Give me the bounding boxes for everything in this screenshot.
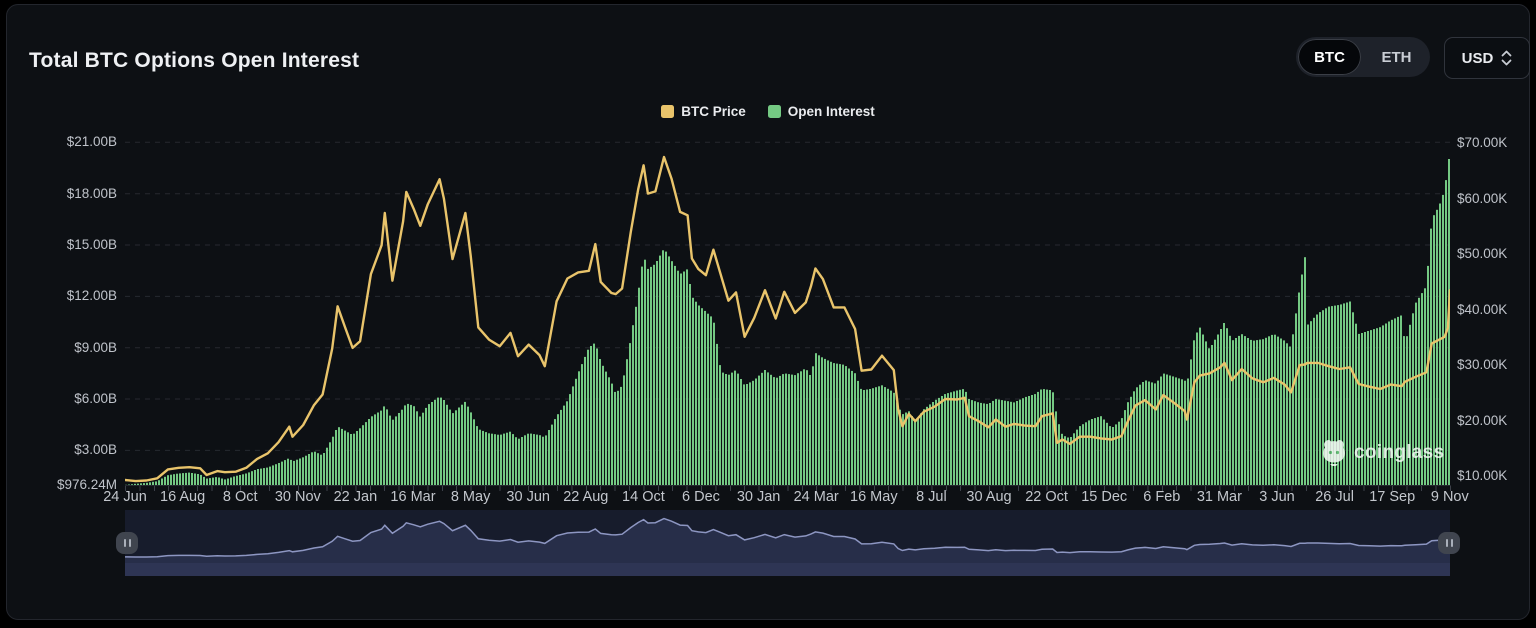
x-axis-label: 8 Oct [223, 489, 258, 505]
x-axis-label: 15 Dec [1081, 489, 1127, 505]
y-axis-left-label: $976.24M [7, 477, 117, 493]
tab-eth[interactable]: ETH [1365, 39, 1428, 75]
page-title: Total BTC Options Open Interest [29, 49, 359, 73]
y-axis-right-label: $40.00K [1457, 302, 1507, 318]
x-axis-label: 9 Nov [1431, 489, 1469, 505]
x-axis-label: 24 Mar [794, 489, 839, 505]
legend-swatch-open-interest [768, 105, 781, 118]
x-axis-label: 16 Aug [160, 489, 205, 505]
watermark-label: coinglass [1354, 442, 1444, 464]
x-axis-label: 30 Nov [275, 489, 321, 505]
x-axis-label: 30 Jun [506, 489, 550, 505]
coinglass-pig-icon [1321, 439, 1347, 467]
x-axis-line [125, 485, 1451, 486]
x-axis-label: 6 Feb [1143, 489, 1180, 505]
x-axis-label: 30 Jan [737, 489, 781, 505]
x-axis-label: 16 May [850, 489, 898, 505]
x-axis-label: 17 Sep [1369, 489, 1415, 505]
x-axis-label: 14 Oct [622, 489, 665, 505]
pause-icon [1451, 539, 1453, 547]
y-axis-left-label: $12.00B [7, 288, 117, 304]
coin-toggle: BTC ETH [1296, 37, 1430, 77]
pause-icon [129, 539, 131, 547]
legend-item-open-interest[interactable]: Open Interest [768, 104, 875, 119]
navigator[interactable] [125, 510, 1450, 576]
y-axis-left-label: $3.00B [7, 442, 117, 458]
x-axis-label: 24 Jun [103, 489, 147, 505]
y-axis-right-label: $50.00K [1457, 246, 1507, 262]
pause-icon [1446, 539, 1448, 547]
tab-btc[interactable]: BTC [1298, 39, 1361, 75]
navigator-track [125, 563, 1450, 576]
y-axis-right-label: $60.00K [1457, 191, 1507, 207]
pause-icon [124, 539, 126, 547]
y-axis-right-label: $30.00K [1457, 357, 1507, 373]
legend-item-btc-price[interactable]: BTC Price [661, 104, 746, 119]
x-axis-label: 6 Dec [682, 489, 720, 505]
y-axis-left-label: $6.00B [7, 391, 117, 407]
chart-plot[interactable] [125, 138, 1450, 486]
y-axis-left-label: $9.00B [7, 340, 117, 356]
y-axis-right-label: $70.00K [1457, 135, 1507, 151]
open-interest-area [125, 159, 1450, 485]
currency-select-value: USD [1462, 50, 1494, 67]
x-axis-label: 16 Mar [390, 489, 435, 505]
legend: BTC Price Open Interest [7, 104, 1529, 119]
x-axis-label: 8 Jul [916, 489, 947, 505]
navigator-handle-right[interactable] [1438, 532, 1460, 554]
watermark: coinglass [1321, 439, 1444, 467]
y-axis-left-label: $15.00B [7, 237, 117, 253]
legend-label: Open Interest [788, 104, 875, 119]
legend-swatch-btc-price [661, 105, 674, 118]
y-axis-right-label: $10.00K [1457, 468, 1507, 484]
x-axis-label: 22 Jan [334, 489, 378, 505]
legend-label: BTC Price [681, 104, 746, 119]
x-axis-label: 22 Aug [563, 489, 608, 505]
y-axis-left-label: $18.00B [7, 186, 117, 202]
x-axis-label: 26 Jul [1315, 489, 1354, 505]
navigator-handle-left[interactable] [116, 532, 138, 554]
x-axis-label: 8 May [451, 489, 491, 505]
x-axis-label: 22 Oct [1025, 489, 1068, 505]
y-axis-left-label: $21.00B [7, 134, 117, 150]
x-axis-label: 3 Jun [1259, 489, 1294, 505]
y-axis-right-label: $20.00K [1457, 413, 1507, 429]
x-axis-label: 30 Aug [966, 489, 1011, 505]
chart-card: Total BTC Options Open Interest BTC ETH … [6, 4, 1530, 620]
x-axis-ticks [125, 486, 1451, 491]
x-axis-label: 31 Mar [1197, 489, 1242, 505]
currency-select[interactable]: USD [1444, 37, 1530, 79]
updown-chevron-icon [1501, 49, 1512, 67]
